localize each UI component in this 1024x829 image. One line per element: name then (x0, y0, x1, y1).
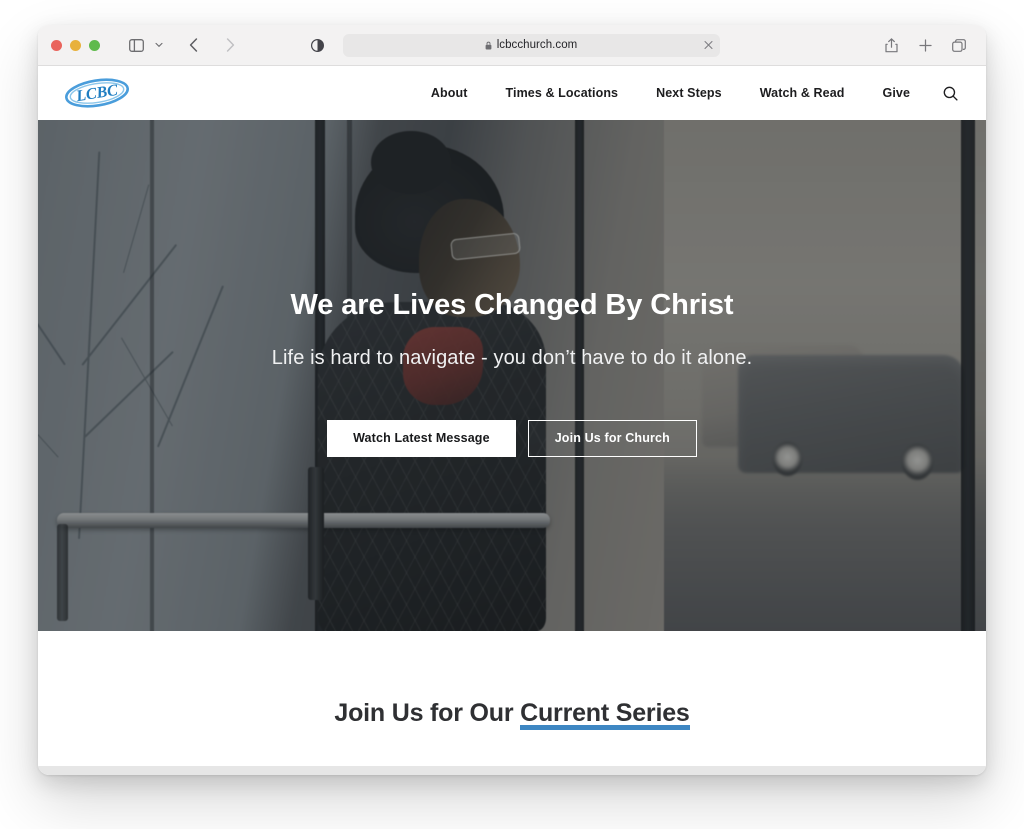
nav-item-give[interactable]: Give (864, 78, 930, 108)
window-bottom-edge (38, 766, 986, 775)
chevron-down-icon[interactable] (152, 33, 166, 57)
sidebar-icon[interactable] (123, 33, 149, 57)
nav-item-about[interactable]: About (412, 78, 487, 108)
window-traffic-lights (38, 39, 100, 51)
hero-section: We are Lives Changed By Christ Life is h… (38, 120, 986, 631)
reader-mode-icon[interactable] (305, 33, 331, 57)
safari-browser-window: lcbcchurch.com LCBC About Times & Locati… (38, 25, 986, 775)
hero-subtitle: Life is hard to navigate - you don’t hav… (271, 346, 753, 369)
section-title: Join Us for Our Current Series (334, 699, 690, 730)
back-arrow-icon[interactable] (180, 33, 206, 57)
section-title-lead: Join Us for Our (334, 699, 521, 727)
tabs-icon[interactable] (946, 33, 972, 57)
hero-content: We are Lives Changed By Christ Life is h… (38, 120, 986, 631)
site-header: LCBC About Times & Locations Next Steps … (38, 66, 986, 120)
lcbc-logo[interactable]: LCBC (64, 76, 130, 110)
maximize-window-button[interactable] (89, 39, 100, 51)
nav-item-times-and-locations[interactable]: Times & Locations (487, 78, 638, 108)
navigation-controls (123, 33, 243, 57)
forward-arrow-icon[interactable] (217, 33, 243, 57)
plus-icon[interactable] (912, 33, 938, 57)
address-bar[interactable]: lcbcchurch.com (342, 33, 720, 57)
close-window-button[interactable] (51, 39, 62, 51)
search-icon[interactable] (943, 86, 958, 101)
hero-title: We are Lives Changed By Christ (290, 289, 734, 321)
nav-item-next-steps[interactable]: Next Steps (637, 78, 741, 108)
current-series-section: Join Us for Our Current Series (38, 631, 986, 775)
screenshot-canvas: lcbcchurch.com LCBC About Times & Locati… (0, 0, 1024, 829)
nav-item-watch-and-read[interactable]: Watch & Read (741, 78, 864, 108)
toolbar-right-actions (878, 33, 986, 57)
main-navigation: About Times & Locations Next Steps Watch… (412, 78, 962, 108)
url-text: lcbcchurch.com (496, 39, 578, 51)
share-icon[interactable] (878, 33, 904, 57)
watch-latest-message-button[interactable]: Watch Latest Message (327, 419, 516, 457)
lock-icon (485, 41, 492, 50)
hero-cta-group: Watch Latest Message Join Us for Church (327, 419, 697, 457)
browser-toolbar: lcbcchurch.com (38, 25, 986, 66)
section-title-highlight: Current Series (520, 699, 690, 730)
minimize-window-button[interactable] (70, 39, 81, 51)
join-us-for-church-button[interactable]: Join Us for Church (527, 419, 697, 457)
close-icon[interactable] (703, 40, 713, 50)
